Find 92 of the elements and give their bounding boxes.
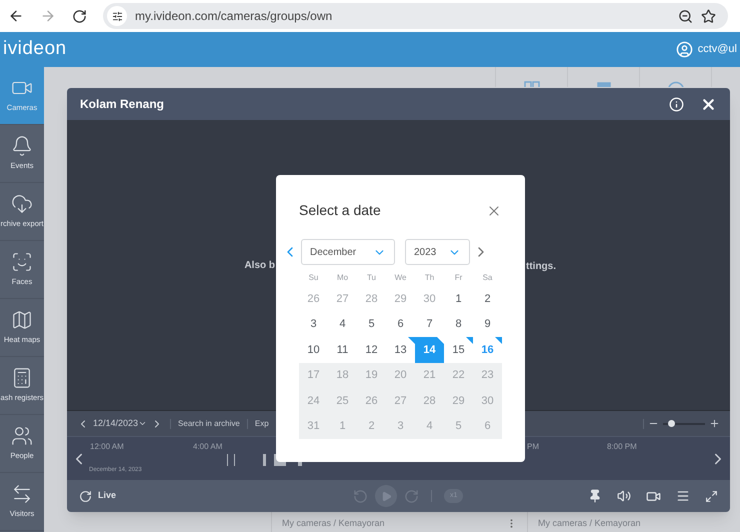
calendar-day[interactable]: 29 [386,286,415,312]
arrows-icon [11,483,33,506]
pin-icon[interactable] [588,489,602,503]
calendar-day[interactable]: 5 [444,414,473,439]
calendar-day[interactable]: 3 [386,414,415,439]
user-email[interactable]: cctv@ul [698,41,737,58]
calendar-day[interactable]: 6 [473,414,502,439]
zoom-slider[interactable] [663,420,705,428]
bookmark-star-icon[interactable] [701,8,716,24]
calendar-day[interactable]: 15 [444,337,473,362]
zoom-in-icon[interactable] [709,418,720,429]
weekday-label: Tu [366,272,378,284]
user-icon[interactable] [676,41,693,58]
calendar-day[interactable]: 5 [357,312,386,337]
map-icon [11,309,33,332]
calendar-day[interactable]: 18 [328,362,357,388]
face-scan-icon [11,251,33,274]
calendar-day[interactable]: 29 [444,388,473,414]
card-subtitle: My cameras / Kemayoran [538,516,641,530]
calendar-day[interactable]: 10 [299,337,328,362]
calculator-icon [11,367,33,390]
calendar-day[interactable]: 11 [328,337,357,362]
live-button[interactable]: Live [98,489,116,503]
year-select[interactable]: 2023 [405,239,470,265]
message-text: ttings. [526,261,556,272]
calendar-day[interactable]: 6 [386,312,415,337]
calendar-day[interactable]: 2 [357,414,386,439]
archive-date[interactable]: 12/14/2023 [93,416,138,430]
calendar-day[interactable]: 26 [357,388,386,414]
calendar-day[interactable]: 23 [473,362,502,388]
site-settings-icon[interactable] [107,6,127,26]
bell-icon [11,135,33,158]
calendar-day[interactable]: 13 [386,337,415,362]
export-link[interactable]: Exp [254,418,269,430]
calendar-day[interactable]: 31 [299,414,328,439]
time-tick-label: 12:00 AM [90,441,124,453]
calendar-day[interactable]: 26 [299,286,328,312]
speaker-icon[interactable] [617,489,631,503]
reload-icon[interactable] [72,8,87,24]
calendar-day[interactable]: 3 [299,312,328,337]
calendar-day[interactable]: 16 [473,337,502,362]
calendar-day[interactable]: 24 [299,388,328,414]
calendar-day[interactable]: 9 [473,312,502,337]
dialog-title: Select a date [299,201,381,220]
calendar-day[interactable]: 25 [328,388,357,414]
info-icon[interactable] [669,96,684,112]
calendar-day[interactable]: 22 [444,362,473,388]
play-icon [380,490,392,502]
weekday-label: We [394,272,408,284]
time-tick-label: 8:00 PM [607,441,637,453]
menu-icon[interactable] [676,489,690,503]
back-icon[interactable] [8,8,24,24]
caret-icon[interactable] [138,419,148,428]
card-subtitle: My cameras / Kemayoran [282,516,385,530]
search-archive-link[interactable]: Search in archive [178,418,240,430]
cloud-download-icon [11,193,33,216]
calendar-day[interactable]: 8 [444,312,473,337]
calendar-day[interactable]: 4 [415,414,444,439]
calendar-day[interactable]: 27 [328,286,357,312]
weekday-label: Fr [454,272,464,284]
calendar-day[interactable]: 7 [415,312,444,337]
people-icon [11,425,33,448]
calendar-day[interactable]: 28 [415,388,444,414]
weekday-label: Su [308,272,320,284]
calendar-day[interactable]: 19 [357,362,386,388]
month-select[interactable]: December [301,239,395,265]
message-text: Also b [244,258,275,272]
calendar-day[interactable]: 4 [328,312,357,337]
weekday-label: Th [424,272,436,284]
zoom-icon[interactable] [678,8,693,24]
calendar-day[interactable]: 1 [444,286,473,312]
calendar-day[interactable]: 28 [357,286,386,312]
calendar-day[interactable]: 14 [415,337,444,362]
url-text: my.ivideon.com/cameras/groups/own [135,8,332,25]
calendar-day[interactable]: 20 [386,362,415,388]
logo[interactable]: ivideon [3,35,67,64]
weekday-label: Mo [336,272,350,284]
calendar-day[interactable]: 1 [328,414,357,439]
address-bar[interactable]: my.ivideon.com/cameras/groups/own [103,3,728,29]
calendar-day[interactable]: 27 [386,388,415,414]
calendar-day[interactable]: 12 [357,337,386,362]
fullscreen-icon[interactable] [705,490,718,502]
calendar-day[interactable]: 30 [415,286,444,312]
time-tick-label: PM [527,441,539,453]
refresh-icon[interactable] [79,490,92,502]
weekday-label: Sa [482,272,494,284]
player-title: Kolam Renang [80,96,164,113]
calendar-day[interactable]: 30 [473,388,502,414]
calendar-day[interactable]: 2 [473,286,502,312]
time-tick-label: 4:00 AM [193,441,222,453]
calendar-day[interactable]: 21 [415,362,444,388]
calendar-day[interactable]: 17 [299,362,328,388]
